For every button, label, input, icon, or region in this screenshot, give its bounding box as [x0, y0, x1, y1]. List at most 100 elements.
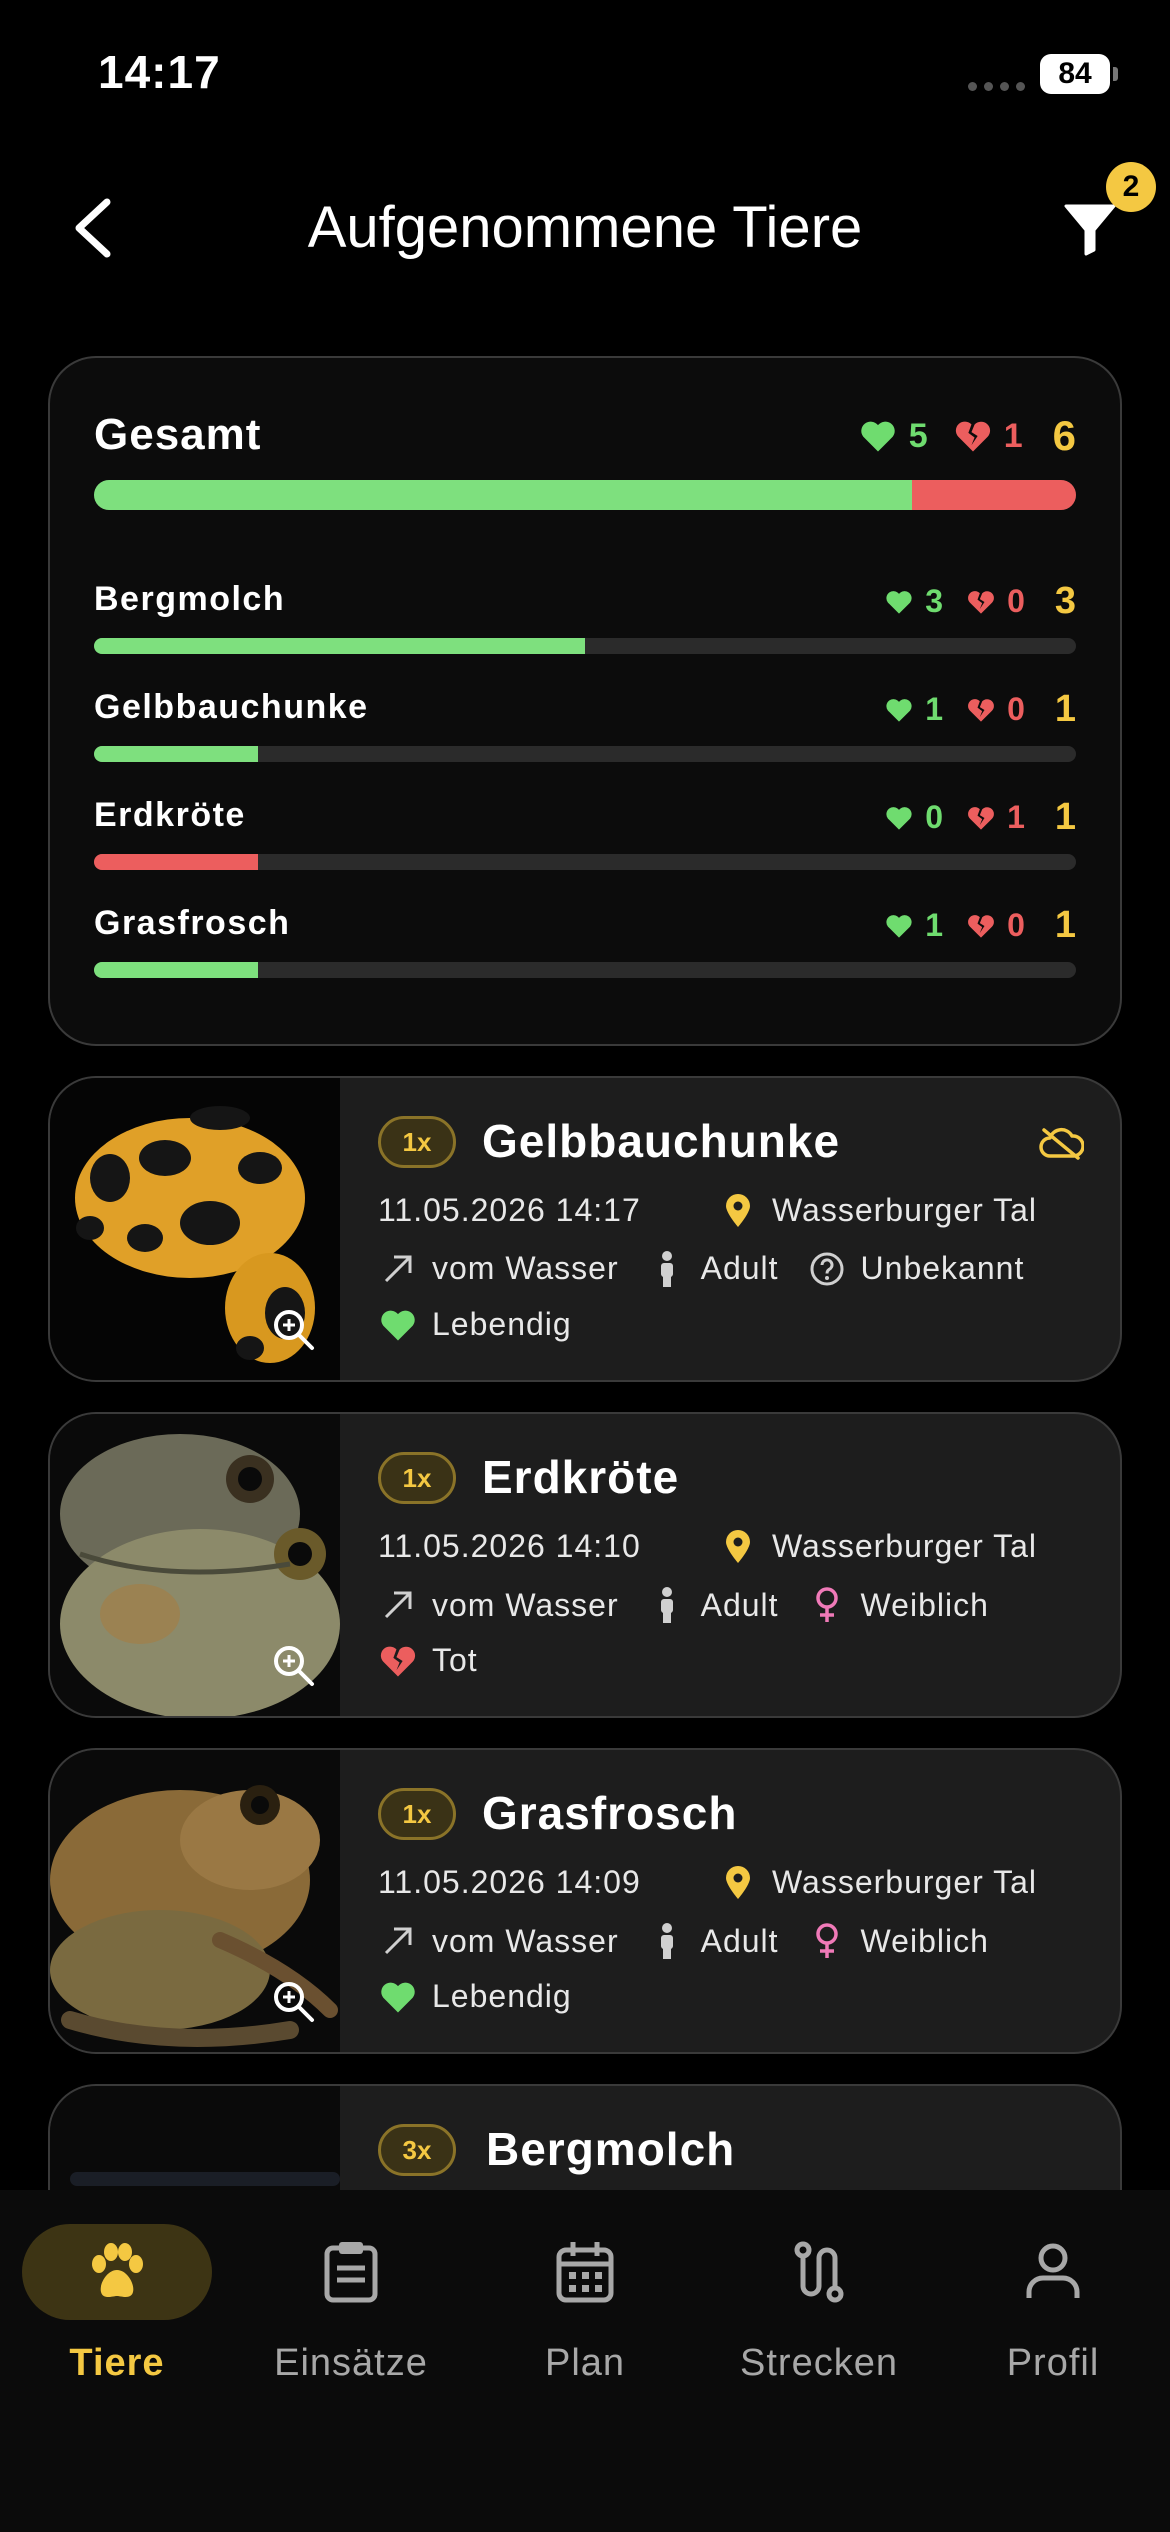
species-summary-name: Gelbbauchunke: [94, 688, 369, 726]
nav-icon-container: [958, 2224, 1148, 2320]
summary-total-row: Gesamt 5 1 6: [94, 410, 1076, 470]
entry-card[interactable]: 1x Gelbbauchunke 11.05.2026 14:17 Wasser…: [48, 1076, 1122, 1382]
entry-location: Wasserburger Tal: [772, 1192, 1037, 1228]
entry-datetime: 11.05.2026 14:10: [378, 1528, 641, 1564]
entry-meta-row: 11.05.2026 14:09 Wasserburger Tal: [378, 1864, 1090, 1901]
summary-dead-fill: [912, 480, 1076, 510]
summary-stats: 5 1 6: [859, 412, 1076, 460]
species-total-count: 1: [1054, 688, 1076, 730]
animal-photo[interactable]: [50, 1750, 340, 2052]
entry-age: Adult: [700, 1250, 779, 1286]
calendar-icon: [556, 2242, 614, 2303]
zoom-icon[interactable]: [272, 1644, 316, 1688]
entry-meta-row: 11.05.2026 14:10 Wasserburger Tal: [378, 1528, 1090, 1565]
filter-icon: [1064, 204, 1116, 256]
species-name: Grasfrosch: [482, 1787, 738, 1839]
entry-condition: Lebendig: [432, 1978, 572, 2014]
count-badge: 3x: [378, 2124, 456, 2176]
animal-photo[interactable]: [50, 1078, 340, 1380]
species-progress-bar: [94, 854, 1076, 870]
nav-item-einsaetze[interactable]: Einsätze: [234, 2224, 468, 2424]
animal-photo[interactable]: [50, 1414, 340, 1716]
species-dead-count: 0: [1007, 583, 1025, 619]
species-summary-stats: 101: [885, 904, 1076, 947]
species-name: Erdkröte: [482, 1451, 680, 1503]
paw-icon: [92, 2243, 143, 2297]
entry-age: Adult: [700, 1922, 779, 1959]
route-icon: [794, 2241, 844, 2303]
entry-datetime: 11.05.2026 14:17: [378, 1192, 641, 1228]
heart-icon: [861, 421, 895, 452]
species-alive-count: 3: [925, 583, 944, 619]
nav-label: Plan: [544, 2342, 626, 2384]
entry-sex: Weiblich: [860, 1922, 989, 1959]
entry-attributes-row: vom Wasser Adult Weiblich: [378, 1586, 1090, 1624]
arrow-up-right-icon: [378, 1925, 418, 1957]
summary-card: Gesamt 5 1 6 Bergmolch 3 0 3 Gelbbauchunke 1 0…: [48, 356, 1122, 1046]
adult-person-icon: [647, 1250, 687, 1287]
nav-icon-container: [490, 2224, 680, 2320]
count-badge: 1x: [378, 1788, 456, 1840]
nav-item-strecken[interactable]: Strecken: [702, 2224, 936, 2424]
broken-heart-icon: [968, 590, 994, 614]
entry-attributes-row: vom Wasser Adult Unbekannt: [378, 1250, 1090, 1287]
arrow-up-right-icon: [378, 1253, 418, 1285]
nav-item-profil[interactable]: Profil: [936, 2224, 1170, 2424]
nav-icon-container: [22, 2224, 212, 2320]
species-summary-stats: 303: [885, 580, 1076, 623]
broken-heart-icon: [378, 1644, 418, 1678]
entry-condition-row: Lebendig: [378, 1978, 1090, 2015]
species-alive-fill: [94, 746, 258, 762]
species-alive-count: 1: [925, 907, 944, 943]
nav-item-plan[interactable]: Plan: [468, 2224, 702, 2424]
nav-label: Strecken: [740, 2342, 898, 2384]
entry-meta-row: 11.05.2026 14:17 Wasserburger Tal: [378, 1192, 1090, 1229]
species-summary-name: Erdkröte: [94, 796, 246, 834]
species-name: Bergmolch: [486, 2123, 736, 2175]
species-summary-row: Grasfrosch 1 0 1: [94, 904, 1076, 947]
zoom-icon[interactable]: [272, 1980, 316, 2024]
entry-card[interactable]: 1x Erdkröte 11.05.2026 14:10 Wasserburge…: [48, 1412, 1122, 1718]
species-name: Gelbbauchunke: [482, 1115, 841, 1167]
adult-person-icon: [647, 1923, 687, 1959]
species-progress-bar: [94, 746, 1076, 762]
clipboard-icon: [324, 2242, 378, 2303]
nav-label: Profil: [1006, 2342, 1100, 2384]
nav-label: Tiere: [69, 2342, 165, 2384]
bottom-navigation: Tiere Einsätze Plan Strecken Profil: [0, 2190, 1170, 2532]
entry-card[interactable]: 1x Grasfrosch 11.05.2026 14:09 Wasserbur…: [48, 1748, 1122, 2054]
broken-heart-icon: [968, 698, 994, 722]
count-badge: 1x: [378, 1116, 456, 1168]
nav-label: Einsätze: [274, 2342, 428, 2384]
entry-direction: vom Wasser: [432, 1922, 619, 1959]
entry-direction: vom Wasser: [432, 1586, 619, 1623]
entry-location: Wasserburger Tal: [772, 1864, 1037, 1900]
page-title: Aufgenommene Tiere: [307, 195, 863, 260]
entry-condition: Tot: [432, 1642, 478, 1678]
species-alive-fill: [94, 638, 585, 654]
heart-icon: [378, 1980, 418, 2014]
summary-total-count: 6: [1052, 412, 1076, 459]
question-circle-icon: [807, 1251, 847, 1287]
nav-icon-container: [724, 2224, 914, 2320]
adult-person-icon: [647, 1587, 687, 1623]
zoom-icon[interactable]: [272, 1308, 316, 1352]
location-pin-icon: [718, 1865, 758, 1901]
person-icon: [1026, 2243, 1080, 2298]
entry-condition-row: Tot: [378, 1642, 1090, 1679]
species-summary-row: Erdkröte 0 1 1: [94, 796, 1076, 838]
arrow-up-right-icon: [378, 1589, 418, 1621]
count-badge: 1x: [378, 1452, 456, 1504]
species-dead-count: 0: [1007, 691, 1025, 727]
entry-condition: Lebendig: [432, 1306, 572, 1342]
summary-progress-bar: [94, 480, 1076, 510]
entry-sex: Unbekannt: [860, 1250, 1025, 1286]
summary-alive-fill: [94, 480, 912, 510]
nav-icon-container: [256, 2224, 446, 2320]
nav-item-tiere[interactable]: Tiere: [0, 2224, 234, 2424]
species-total-count: 1: [1054, 796, 1076, 838]
summary-alive-count: 5: [908, 416, 928, 455]
species-summary-row: Gelbbauchunke 1 0 1: [94, 688, 1076, 730]
heart-icon: [886, 698, 912, 722]
broken-heart-icon: [968, 806, 994, 830]
